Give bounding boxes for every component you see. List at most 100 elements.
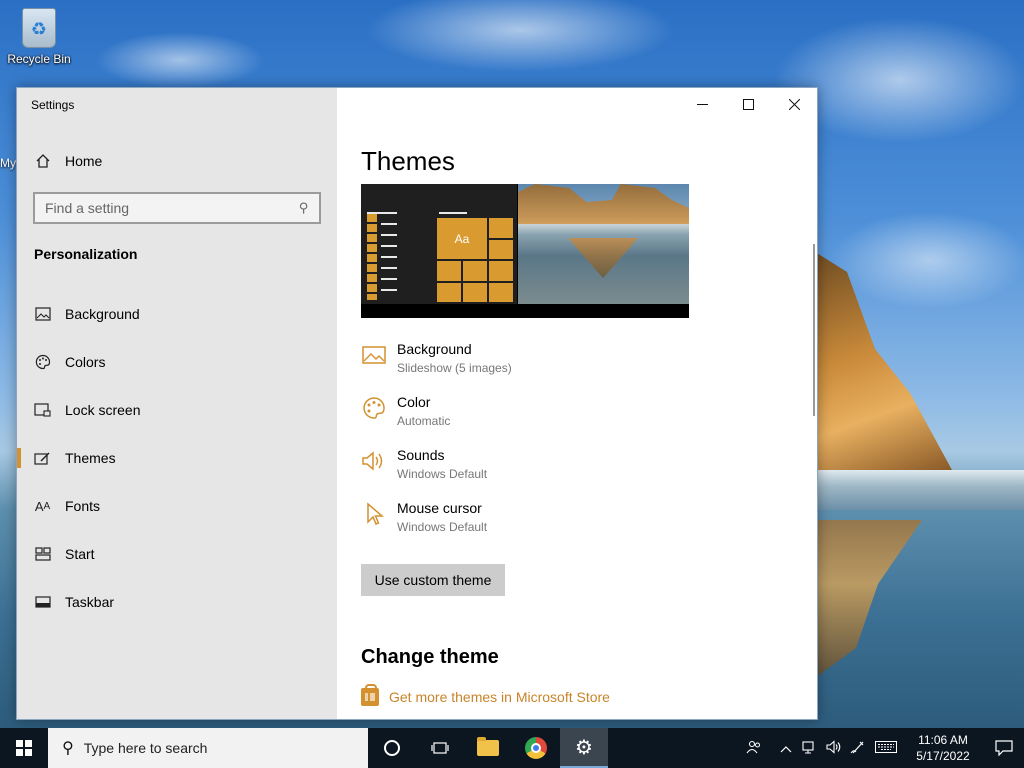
preview-rock-reflection: [568, 238, 638, 278]
file-explorer-button[interactable]: [464, 728, 512, 768]
theme-property-color[interactable]: Color Automatic: [361, 393, 512, 446]
sidebar-item-label: Fonts: [65, 498, 101, 514]
property-value: Slideshow (5 images): [397, 361, 512, 375]
sidebar-item-start[interactable]: Start: [17, 530, 337, 578]
themes-icon: [34, 450, 51, 467]
section-title: Personalization: [34, 246, 138, 262]
property-value: Windows Default: [397, 520, 488, 534]
chrome-icon: [525, 737, 547, 759]
preview-rock: [518, 184, 689, 224]
speaker-icon: [361, 448, 387, 474]
search-icon: ⚲: [62, 740, 74, 757]
pen-icon[interactable]: [846, 740, 870, 757]
theme-property-mouse-cursor[interactable]: Mouse cursor Windows Default: [361, 499, 512, 552]
page-title: Themes: [361, 146, 455, 176]
theme-preview: Aa: [361, 184, 689, 318]
sidebar-item-themes[interactable]: Themes: [17, 434, 337, 482]
clock-date: 5/17/2022: [916, 749, 970, 763]
task-view-button[interactable]: [416, 728, 464, 768]
preview-tile: [489, 218, 513, 238]
microsoft-store-link[interactable]: Get more themes in Microsoft Store: [361, 684, 610, 706]
sidebar-item-label: Themes: [65, 450, 116, 466]
find-setting-input[interactable]: [45, 200, 300, 216]
notification-icon: [995, 740, 1013, 756]
palette-icon: [34, 354, 51, 371]
sidebar-item-label: Colors: [65, 354, 106, 370]
keyboard-icon[interactable]: [870, 740, 902, 756]
start-button[interactable]: [0, 728, 48, 768]
preview-menu-lines: [381, 212, 397, 300]
sidebar-item-fonts[interactable]: AA Fonts: [17, 482, 337, 530]
folder-icon: [477, 737, 499, 756]
property-name: Color: [397, 394, 431, 410]
settings-sidebar: Settings Home ⚲ Personalization Backgrou…: [17, 88, 337, 719]
store-bag-icon: [361, 684, 379, 706]
chevron-up-icon[interactable]: [774, 741, 798, 756]
sidebar-item-label: Lock screen: [65, 402, 141, 418]
taskbar-icon: [34, 594, 51, 611]
sidebar-item-background[interactable]: Background: [17, 290, 337, 338]
property-name: Sounds: [397, 447, 445, 463]
system-tray: 11:06 AM 5/17/2022: [742, 728, 1024, 768]
preview-tile: [489, 239, 513, 259]
palette-icon: [361, 395, 387, 421]
picture-icon: [34, 306, 51, 323]
themes-page: Themes Aa Background Slideshow (5 images…: [337, 88, 817, 719]
notification-center-button[interactable]: [984, 728, 1024, 768]
sidebar-item-label: Background: [65, 306, 140, 322]
partial-desktop-icon-label[interactable]: My: [0, 156, 16, 170]
wallpaper-cliff: [812, 250, 952, 470]
volume-icon[interactable]: [822, 739, 846, 757]
cortana-button[interactable]: [368, 728, 416, 768]
minimize-button[interactable]: [679, 88, 725, 120]
find-setting-search[interactable]: ⚲: [33, 192, 321, 224]
theme-preview-start-menu: Aa: [361, 184, 517, 304]
sidebar-item-label: Taskbar: [65, 594, 115, 610]
recycle-bin-label: Recycle Bin: [7, 52, 71, 66]
sidebar-item-label: Start: [65, 546, 95, 562]
gear-icon: ⚙: [575, 736, 593, 759]
preview-tile: [463, 261, 487, 281]
recycle-bin-icon: ♻: [22, 8, 56, 48]
theme-property-sounds[interactable]: Sounds Windows Default: [361, 446, 512, 499]
nav-home[interactable]: Home: [17, 146, 337, 176]
cortana-icon: [384, 740, 400, 756]
preview-tile: [463, 282, 487, 302]
theme-property-background[interactable]: Background Slideshow (5 images): [361, 340, 512, 393]
sidebar-item-lock-screen[interactable]: Lock screen: [17, 386, 337, 434]
close-button[interactable]: [771, 88, 817, 120]
settings-taskbar-button[interactable]: ⚙: [560, 728, 608, 768]
sidebar-item-colors[interactable]: Colors: [17, 338, 337, 386]
network-icon[interactable]: [798, 740, 822, 757]
theme-preview-wallpaper: [518, 184, 689, 304]
property-name: Mouse cursor: [397, 500, 482, 516]
store-link-label: Get more themes in Microsoft Store: [389, 689, 610, 705]
clock[interactable]: 11:06 AM 5/17/2022: [908, 732, 978, 764]
lock-screen-icon: [34, 402, 51, 419]
personalization-nav: Background Colors Lock screen Themes A A…: [17, 290, 337, 626]
windows-logo-icon: [16, 740, 32, 756]
home-icon: [34, 153, 51, 170]
property-name: Background: [397, 341, 472, 357]
people-icon[interactable]: [742, 740, 766, 757]
wallpaper-horizon: [812, 470, 1024, 510]
property-value: Windows Default: [397, 467, 488, 481]
sidebar-item-taskbar[interactable]: Taskbar: [17, 578, 337, 626]
taskbar-search-placeholder: Type here to search: [83, 740, 208, 756]
nav-home-label: Home: [65, 153, 103, 169]
picture-icon: [361, 342, 387, 368]
chrome-button[interactable]: [512, 728, 560, 768]
content-scrollbar[interactable]: [813, 244, 815, 416]
taskbar: ⚲ Type here to search ⚙ 11:06 AM 5/17/20…: [0, 728, 1024, 768]
taskbar-search[interactable]: ⚲ Type here to search: [48, 728, 368, 768]
clock-time: 11:06 AM: [918, 733, 968, 747]
use-custom-theme-button[interactable]: Use custom theme: [361, 564, 505, 596]
preview-tile: [437, 261, 461, 281]
search-icon[interactable]: ⚲: [299, 200, 309, 216]
preview-color-strip: [367, 214, 377, 300]
maximize-button[interactable]: [725, 88, 771, 120]
window-caption-buttons: [679, 88, 817, 120]
start-icon: [34, 546, 51, 563]
preview-tile: [489, 282, 513, 302]
recycle-bin-desktop-icon[interactable]: ♻ Recycle Bin: [6, 8, 72, 66]
